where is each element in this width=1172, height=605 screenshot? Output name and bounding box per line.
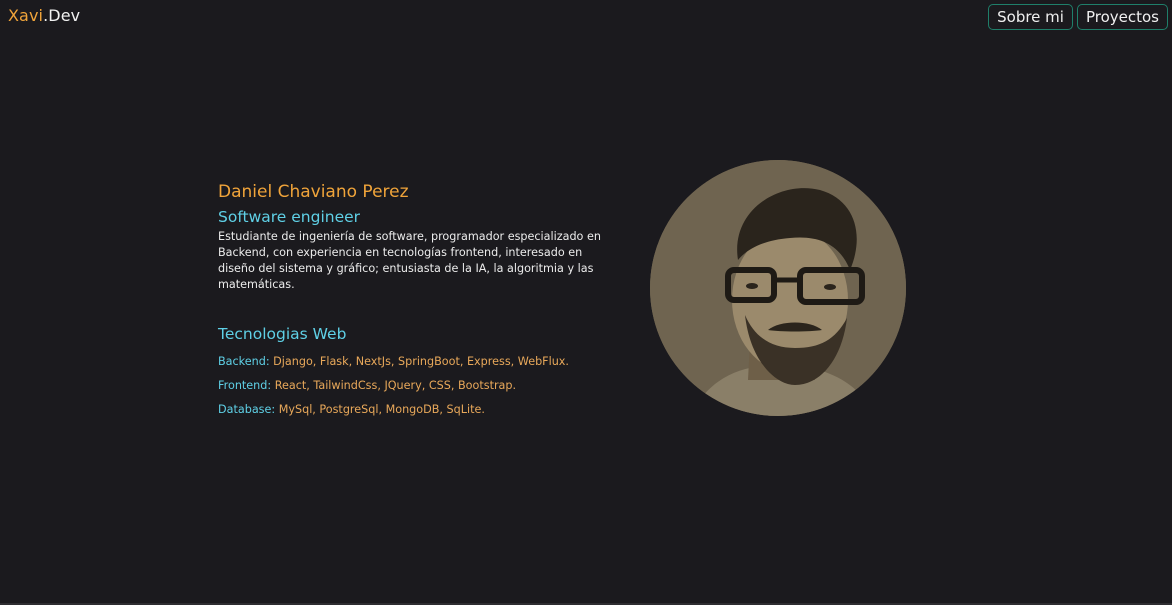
tech-row-frontend: Frontend: React, TailwindCss, JQuery, CS… [218, 378, 608, 394]
tech-value-backend: Django, Flask, NextJs, SpringBoot, Expre… [273, 355, 569, 368]
tech-row-database: Database: MySql, PostgreSql, MongoDB, Sq… [218, 402, 608, 418]
nav-sobre-mi-button[interactable]: Sobre mi [988, 4, 1073, 30]
logo-primary: Xavi [8, 6, 44, 25]
tech-label-backend: Backend: [218, 355, 270, 368]
tech-label-frontend: Frontend: [218, 379, 272, 392]
tech-value-frontend: React, TailwindCss, JQuery, CSS, Bootstr… [274, 379, 517, 392]
profile-name: Daniel Chaviano Perez [218, 182, 409, 202]
tech-value-database: MySql, PostgreSql, MongoDB, SqLite. [278, 403, 485, 416]
avatar-portrait-illustration [650, 160, 906, 416]
profile-avatar [650, 160, 906, 416]
profile-info: Daniel Chaviano Perez Software engineer … [218, 181, 608, 418]
tech-section-title: Tecnologias Web [218, 325, 347, 343]
profile-description: Estudiante de ingeniería de software, pr… [218, 230, 601, 291]
tech-label-database: Database: [218, 403, 276, 416]
profile-role: Software engineer [218, 208, 361, 226]
nav-proyectos-button[interactable]: Proyectos [1076, 4, 1168, 30]
site-logo[interactable]: Xavi.Dev [8, 6, 80, 25]
tech-row-backend: Backend: Django, Flask, NextJs, SpringBo… [218, 354, 608, 370]
top-nav: Sobre mi Proyectos [988, 4, 1168, 30]
logo-secondary: .Dev [43, 6, 81, 25]
